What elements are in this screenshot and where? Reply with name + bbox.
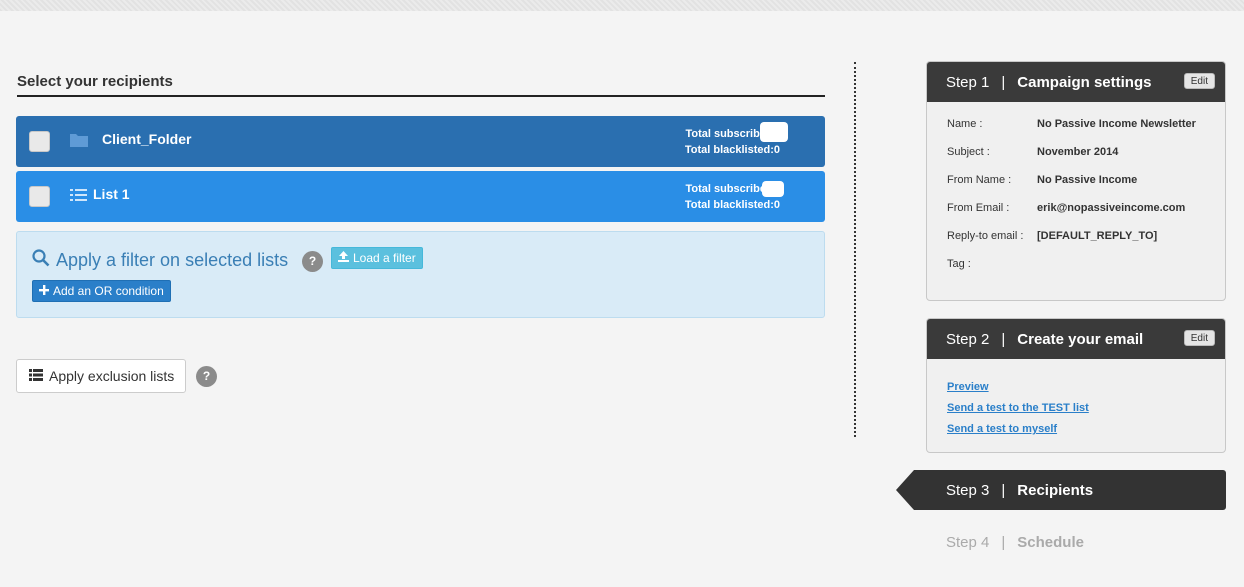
filter-title-text: Apply a filter on selected lists [56,250,289,270]
step-separator: | [1001,73,1006,91]
filter-help-icon[interactable]: ? [302,251,323,272]
send-test-list-link[interactable]: Send a test to the TEST list [947,398,1089,419]
setting-value: [DEFAULT_REPLY_TO] [1037,230,1158,242]
setting-key: Subject : [947,146,990,158]
total-blacklisted: Total blacklisted:0 [684,199,780,211]
add-or-condition-button[interactable]: Add an OR condition [32,280,171,302]
upload-icon [338,251,349,265]
setting-key: Reply-to email : [947,230,1024,242]
setting-row: Name : No Passive Income Newsletter [947,118,1196,146]
step-4-inactive: Step 4 | Schedule [946,534,1084,551]
select-checkbox[interactable] [29,186,50,207]
setting-key: Tag : [947,258,971,270]
folder-icon [69,132,89,153]
setting-key: From Name : [947,174,1012,186]
step-1-card: Step 1 | Campaign settings Edit Name : No… [926,61,1226,301]
add-or-condition-label: Add an OR condition [53,284,164,298]
plus-icon [39,284,49,298]
step-label: Recipients [1017,481,1094,499]
list-name: List 1 [93,186,130,202]
step-label: Campaign settings [1017,73,1152,91]
section-title: Select your recipients [17,73,825,97]
step-1-header: Step 1 | Campaign settings Edit [927,62,1225,102]
search-icon [32,249,50,272]
list-name: Client_Folder [102,131,192,147]
redaction [762,181,784,197]
step-3-header: Step 3 | Recipients [914,470,1226,510]
step-number: Step 2 [946,330,990,348]
setting-row: From Email : erik@nopassiveincome.com [947,202,1196,230]
load-filter-label: Load a filter [353,251,416,265]
filter-title: Apply a filter on selected lists [32,249,288,272]
edit-button[interactable]: Edit [1183,330,1215,346]
step-separator: | [1001,481,1006,499]
setting-value: No Passive Income Newsletter [1037,118,1196,130]
list-row-list-1[interactable]: List 1 Total subscribers: Total blacklis… [16,171,825,222]
campaign-settings: Name : No Passive Income Newsletter Subje… [947,118,1196,286]
step-number: Step 3 [946,481,990,499]
setting-value: erik@nopassiveincome.com [1037,202,1186,214]
setting-row: Subject : November 2014 [947,146,1196,174]
total-blacklisted: Total blacklisted:0 [684,144,780,156]
step-2-header: Step 2 | Create your email Edit [927,319,1225,359]
step-number: Step 4 [946,534,990,551]
email-links: Preview Send a test to the TEST list Sen… [947,377,1089,440]
step-label: Schedule [1017,534,1084,551]
list-icon [69,187,89,208]
step-3-active[interactable]: Step 3 | Recipients [896,470,1226,510]
select-checkbox[interactable] [29,131,50,152]
filter-panel: Apply a filter on selected lists ? Load … [16,231,825,318]
setting-row: Tag : [947,258,1196,286]
apply-exclusion-lists-button[interactable]: Apply exclusion lists [16,359,186,393]
exclusion-help-icon[interactable]: ? [196,366,217,387]
exclusion-label: Apply exclusion lists [49,368,175,384]
send-test-myself-link[interactable]: Send a test to myself [947,419,1089,440]
setting-value: No Passive Income [1037,174,1138,186]
step-separator: | [1001,330,1006,348]
load-filter-button[interactable]: Load a filter [331,247,423,269]
step-number: Step 1 [946,73,990,91]
setting-row: Reply-to email : [DEFAULT_REPLY_TO] [947,230,1196,258]
list-icon [29,368,43,384]
setting-value: November 2014 [1037,146,1119,158]
setting-row: From Name : No Passive Income [947,174,1196,202]
active-step-arrow [896,470,914,510]
redaction [760,122,788,142]
preview-link[interactable]: Preview [947,377,1089,398]
edit-button[interactable]: Edit [1183,73,1215,89]
step-2-card: Step 2 | Create your email Edit Preview … [926,318,1226,453]
top-strip [0,0,1244,11]
divider [854,62,856,437]
setting-key: From Email : [947,202,1010,214]
step-separator: | [1001,534,1006,551]
step-label: Create your email [1017,330,1144,348]
list-row-client-folder[interactable]: Client_Folder Total subscribers: Total b… [16,116,825,167]
setting-key: Name : [947,118,983,130]
